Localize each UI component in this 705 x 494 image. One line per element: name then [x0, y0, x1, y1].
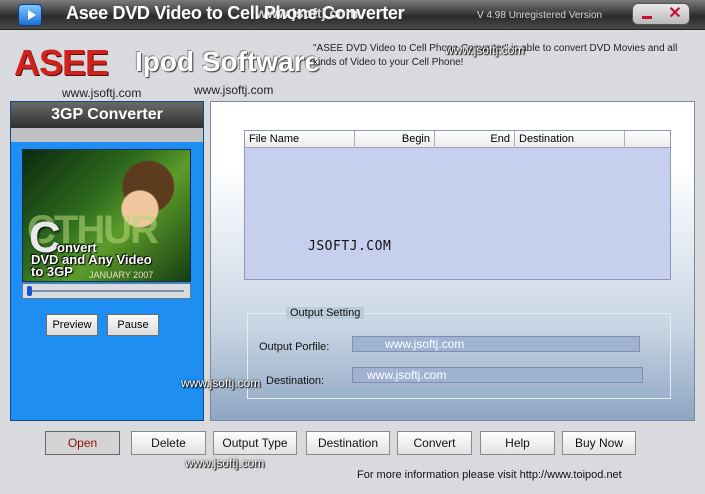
seek-thumb[interactable] [27, 286, 32, 296]
seek-bar[interactable] [22, 283, 191, 299]
video-preview: CTHUR C onvert DVD and Any Video to 3GP … [22, 149, 191, 282]
delete-button[interactable]: Delete [131, 431, 206, 455]
logo-product: Ipod Software [135, 46, 321, 77]
column-file-name[interactable]: File Name [245, 131, 355, 148]
main-panel: File Name Begin End Destination JSOFTJ.C… [181, 101, 695, 421]
panel-strip [11, 128, 203, 142]
column-spacer [625, 131, 670, 148]
output-type-button[interactable]: Output Type [213, 431, 297, 455]
output-setting-group: Output Setting Output Porfile: www.jsoft… [247, 307, 671, 399]
output-setting-legend: Output Setting [286, 307, 365, 319]
window-controls: ✕ [632, 3, 690, 25]
open-button[interactable]: Open [45, 431, 120, 455]
watermark-bottom: www.jsoftj.com [185, 456, 265, 470]
output-profile-label: Output Porfile: [259, 341, 330, 353]
header-banner: ASEE Ipod Software "ASEE DVD Video to Ce… [0, 30, 705, 100]
bottom-toolbar: Open Delete Output Type Destination Conv… [0, 421, 705, 494]
panel-title: 3GP Converter [11, 102, 203, 128]
destination-field[interactable]: www.jsoftj.com [352, 367, 643, 383]
close-button[interactable]: ✕ [661, 4, 689, 24]
column-begin[interactable]: Begin [355, 131, 435, 148]
converter-panel: 3GP Converter CTHUR C onvert DVD and Any… [10, 101, 204, 421]
convert-button[interactable]: Convert [397, 431, 472, 455]
preview-button[interactable]: Preview [46, 314, 98, 336]
close-icon: ✕ [668, 5, 682, 22]
watermark-header-right: www.jsoftj.com [445, 43, 525, 57]
file-list-header: File Name Begin End Destination [245, 131, 670, 148]
watermark-header-mid: www.jsoftj.com [194, 83, 274, 97]
file-list[interactable]: File Name Begin End Destination JSOFTJ.C… [244, 130, 671, 280]
main-window: Asee DVD Video to Cell Phone Converter w… [0, 0, 705, 494]
minimize-icon [642, 15, 652, 19]
footer-info: For more information please visit http:/… [357, 469, 622, 481]
watermark-header-left: www.jsoftj.com [62, 86, 142, 100]
version-label: V 4.98 Unregistered Version [477, 10, 603, 21]
title-watermark: www.jsoftj.com [256, 5, 359, 21]
file-list-watermark: JSOFTJ.COM [308, 239, 392, 254]
app-play-icon[interactable] [18, 4, 42, 26]
help-button[interactable]: Help [480, 431, 555, 455]
watermark-left-panel: www.jsoftj.com [181, 376, 261, 390]
seek-track [29, 290, 184, 292]
column-end[interactable]: End [435, 131, 515, 148]
buy-now-button[interactable]: Buy Now [562, 431, 636, 455]
destination-label: Destination: [266, 375, 325, 387]
column-destination[interactable]: Destination [515, 131, 625, 148]
logo-brand: ASEE [14, 42, 109, 83]
minimize-button[interactable] [633, 4, 661, 24]
poster-date: JANUARY 2007 [89, 270, 154, 280]
title-bar[interactable]: Asee DVD Video to Cell Phone Converter w… [0, 0, 705, 30]
pause-button[interactable]: Pause [107, 314, 159, 336]
destination-button[interactable]: Destination [306, 431, 390, 455]
output-profile-select[interactable]: www.jsoftj.com [352, 336, 640, 352]
